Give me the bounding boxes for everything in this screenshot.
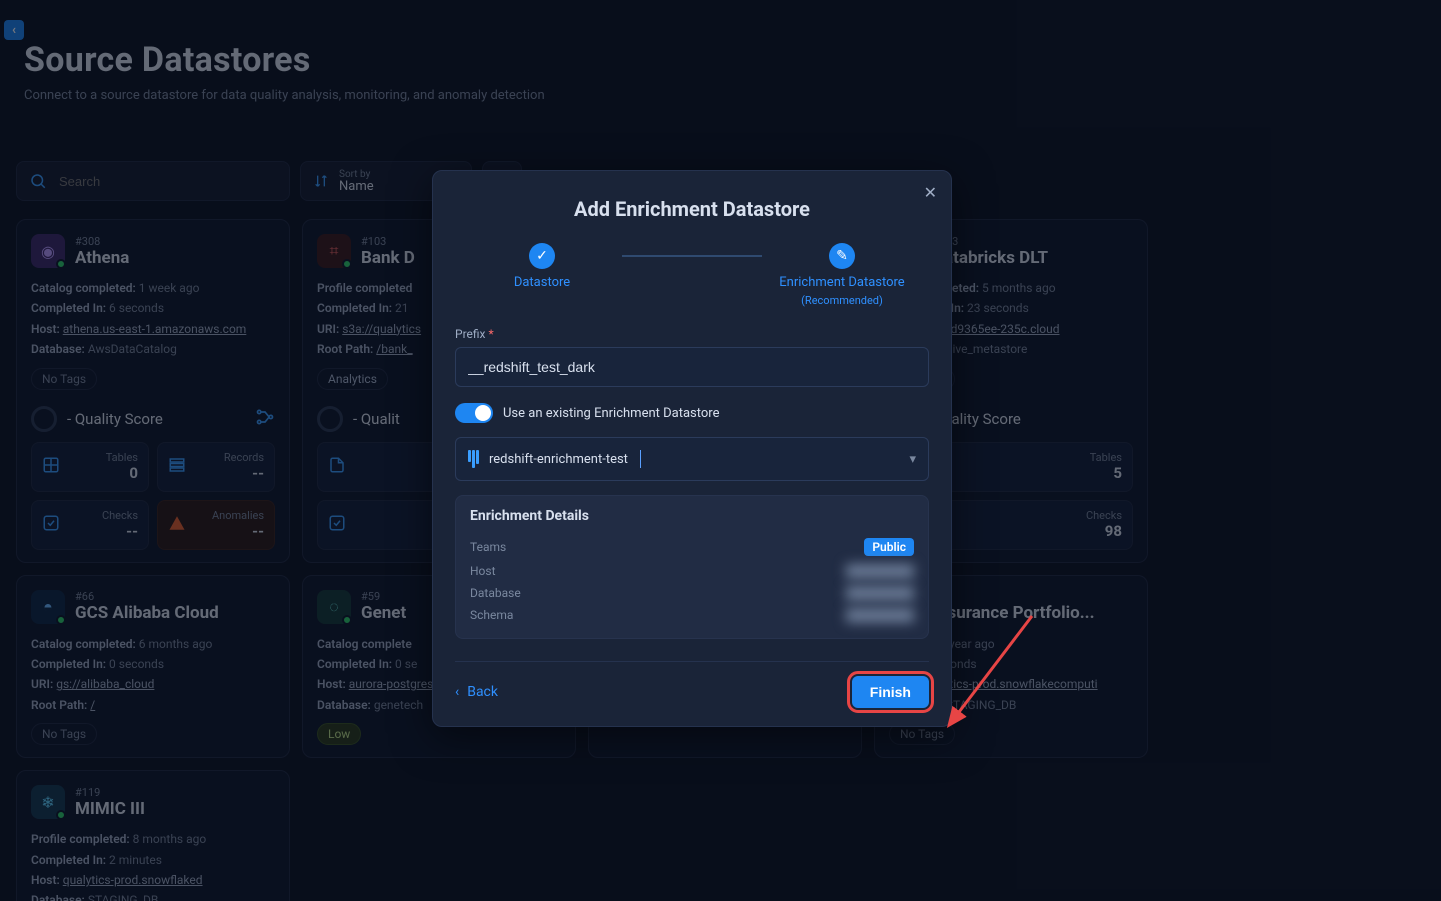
enrichment-datastore-select[interactable]: redshift-enrichment-test ▾ bbox=[455, 437, 929, 481]
text-cursor-icon bbox=[640, 450, 641, 468]
use-existing-toggle-label: Use an existing Enrichment Datastore bbox=[503, 406, 719, 421]
check-icon: ✓ bbox=[529, 243, 555, 269]
chevron-down-icon: ▾ bbox=[909, 452, 916, 467]
enrichment-detail-row: TeamsPublic bbox=[470, 534, 914, 560]
blurred-value: ████████ bbox=[846, 608, 914, 622]
use-existing-toggle[interactable] bbox=[455, 403, 493, 423]
step-datastore[interactable]: ✓ Datastore bbox=[462, 243, 622, 290]
close-icon[interactable]: ✕ bbox=[924, 183, 937, 202]
step-connector bbox=[622, 255, 762, 257]
prefix-label: Prefix * bbox=[455, 327, 929, 341]
enrichment-detail-row: Host████████ bbox=[470, 560, 914, 582]
stepper: ✓ Datastore ✎ Enrichment Datastore (Reco… bbox=[455, 243, 929, 307]
enrichment-details-panel: Enrichment Details TeamsPublicHost██████… bbox=[455, 495, 929, 639]
prefix-input[interactable] bbox=[455, 347, 929, 387]
enrichment-detail-row: Schema████████ bbox=[470, 604, 914, 626]
modal-back-button[interactable]: ‹ Back bbox=[455, 684, 498, 700]
blurred-value: ████████ bbox=[846, 586, 914, 600]
finish-button[interactable]: Finish bbox=[852, 676, 929, 708]
step-enrichment-datastore[interactable]: ✎ Enrichment Datastore (Recommended) bbox=[762, 243, 922, 307]
modal-title: Add Enrichment Datastore bbox=[455, 197, 929, 221]
add-enrichment-datastore-modal: ✕ Add Enrichment Datastore ✓ Datastore ✎… bbox=[432, 170, 952, 727]
redshift-icon bbox=[468, 450, 479, 468]
enrichment-detail-row: Database████████ bbox=[470, 582, 914, 604]
select-value: redshift-enrichment-test bbox=[489, 452, 628, 467]
chevron-left-icon: ‹ bbox=[455, 684, 459, 700]
pencil-icon: ✎ bbox=[829, 243, 855, 269]
blurred-value: ████████ bbox=[846, 564, 914, 578]
enrichment-details-heading: Enrichment Details bbox=[470, 508, 914, 524]
public-badge: Public bbox=[864, 538, 914, 556]
